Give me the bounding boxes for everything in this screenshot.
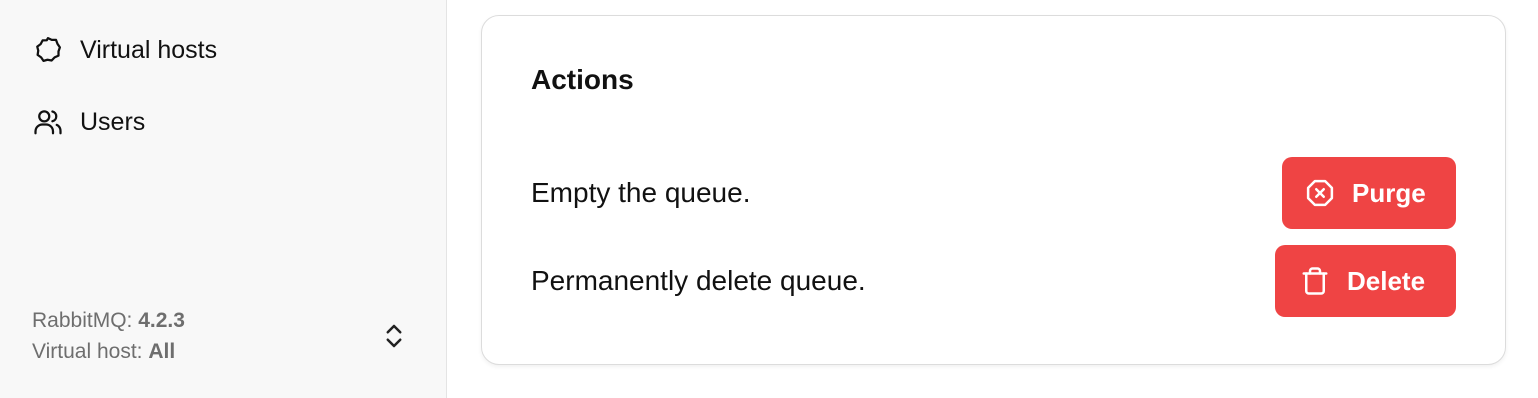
delete-description: Permanently delete queue.	[531, 265, 866, 296]
actions-card: Actions Empty the queue. Purge Permanent…	[481, 15, 1506, 365]
purge-description: Empty the queue.	[531, 177, 751, 208]
delete-button[interactable]: Delete	[1275, 245, 1456, 317]
chevrons-up-down-icon[interactable]	[379, 316, 409, 356]
octagon-icon	[32, 34, 64, 66]
vhost-value: All	[148, 340, 176, 363]
circle-x-icon	[1304, 177, 1336, 209]
purge-button-label: Purge	[1352, 177, 1426, 208]
vhost-label: Virtual host:	[32, 340, 143, 363]
sidebar-item-virtual-hosts[interactable]: Virtual hosts	[32, 30, 217, 70]
version-label: RabbitMQ:	[32, 309, 133, 332]
version-line: RabbitMQ: 4.2.3	[32, 305, 185, 336]
purge-row: Empty the queue. Purge	[531, 157, 1456, 229]
delete-button-label: Delete	[1347, 265, 1426, 296]
vhost-line: Virtual host: All	[32, 336, 185, 367]
server-info: RabbitMQ: 4.2.3 Virtual host: All	[32, 305, 185, 367]
vhost-switcher[interactable]: RabbitMQ: 4.2.3 Virtual host: All	[32, 304, 417, 368]
sidebar: Virtual hosts Users RabbitMQ: 4.2.3 Virt…	[0, 0, 447, 398]
sidebar-item-label: Users	[80, 107, 146, 136]
delete-row: Permanently delete queue. Delete	[531, 245, 1456, 317]
version-value: 4.2.3	[138, 309, 185, 332]
users-icon	[32, 106, 64, 138]
card-title: Actions	[531, 64, 634, 95]
sidebar-item-label: Virtual hosts	[80, 35, 218, 64]
trash-icon	[1299, 265, 1331, 297]
sidebar-item-users[interactable]: Users	[32, 102, 145, 142]
purge-button[interactable]: Purge	[1282, 157, 1456, 229]
